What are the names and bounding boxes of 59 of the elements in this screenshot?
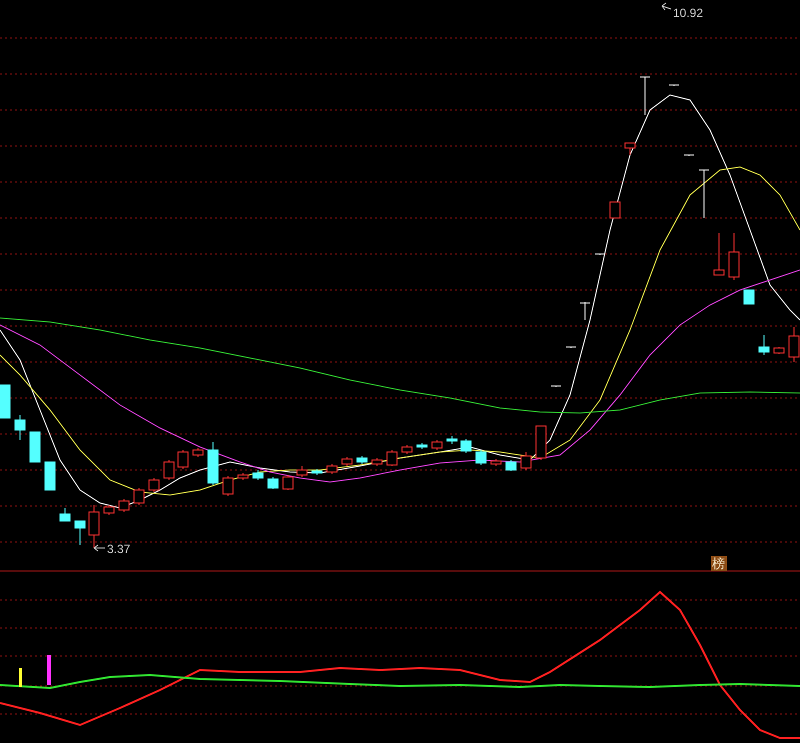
candlestick: [580, 302, 590, 320]
candlestick: [44, 462, 56, 490]
price-label: 10.92: [673, 6, 704, 20]
candlestick: [208, 442, 218, 486]
candlestick: [164, 460, 174, 480]
arrow-icon: [662, 2, 672, 10]
candlestick: [178, 450, 188, 470]
candlestick: [148, 478, 160, 492]
candlestick: [134, 488, 144, 506]
price-label: 3.37: [107, 542, 130, 556]
candlestick: [252, 470, 264, 480]
candlestick: [536, 426, 546, 460]
candlestick: [60, 508, 70, 522]
candlestick: [788, 326, 800, 362]
candlestick: [566, 346, 576, 348]
candlestick: [432, 440, 442, 450]
candlestick: [268, 476, 278, 490]
candlestick: [506, 460, 516, 472]
candlestick: [342, 456, 352, 466]
candlestick: [238, 472, 248, 480]
candlestick: [698, 170, 710, 218]
candlestick: [0, 384, 10, 418]
candlestick: [684, 154, 694, 156]
candlestick: [118, 498, 130, 512]
candlestick: [758, 334, 770, 356]
candlestick: [774, 346, 784, 354]
candlestick: [104, 504, 114, 516]
candlestick: [446, 436, 458, 444]
indicator-bar: [47, 655, 51, 685]
badge: 榜: [711, 556, 727, 572]
candlestick: [668, 84, 680, 86]
candlestick: [460, 438, 472, 454]
candlestick: [714, 232, 724, 276]
candlestick: [296, 466, 308, 478]
candlestick: [594, 254, 606, 256]
candlestick: [550, 386, 562, 388]
candlestick: [326, 464, 338, 474]
candlestick: [14, 414, 26, 440]
candlestick: [744, 290, 754, 304]
candlestick: [356, 456, 368, 464]
candlestick: [74, 520, 86, 546]
candlestick: [222, 476, 234, 496]
candlestick: [30, 432, 40, 462]
candlestick: [728, 232, 740, 280]
candlestick: [610, 202, 620, 218]
arrow-icon: [94, 544, 106, 552]
candlestick: [386, 450, 398, 466]
candlestick: [402, 444, 412, 454]
candlestick: [640, 76, 650, 116]
candlestick: [520, 452, 532, 470]
candlestick: [88, 504, 100, 548]
candlestick: [372, 458, 382, 466]
candlestick: [282, 474, 294, 490]
candlestick: [476, 450, 486, 466]
candlestick: [312, 468, 322, 476]
candlestick: [624, 142, 636, 156]
indicator-bar: [19, 668, 22, 687]
candlestick: [192, 448, 204, 458]
candlestick: [490, 458, 502, 466]
